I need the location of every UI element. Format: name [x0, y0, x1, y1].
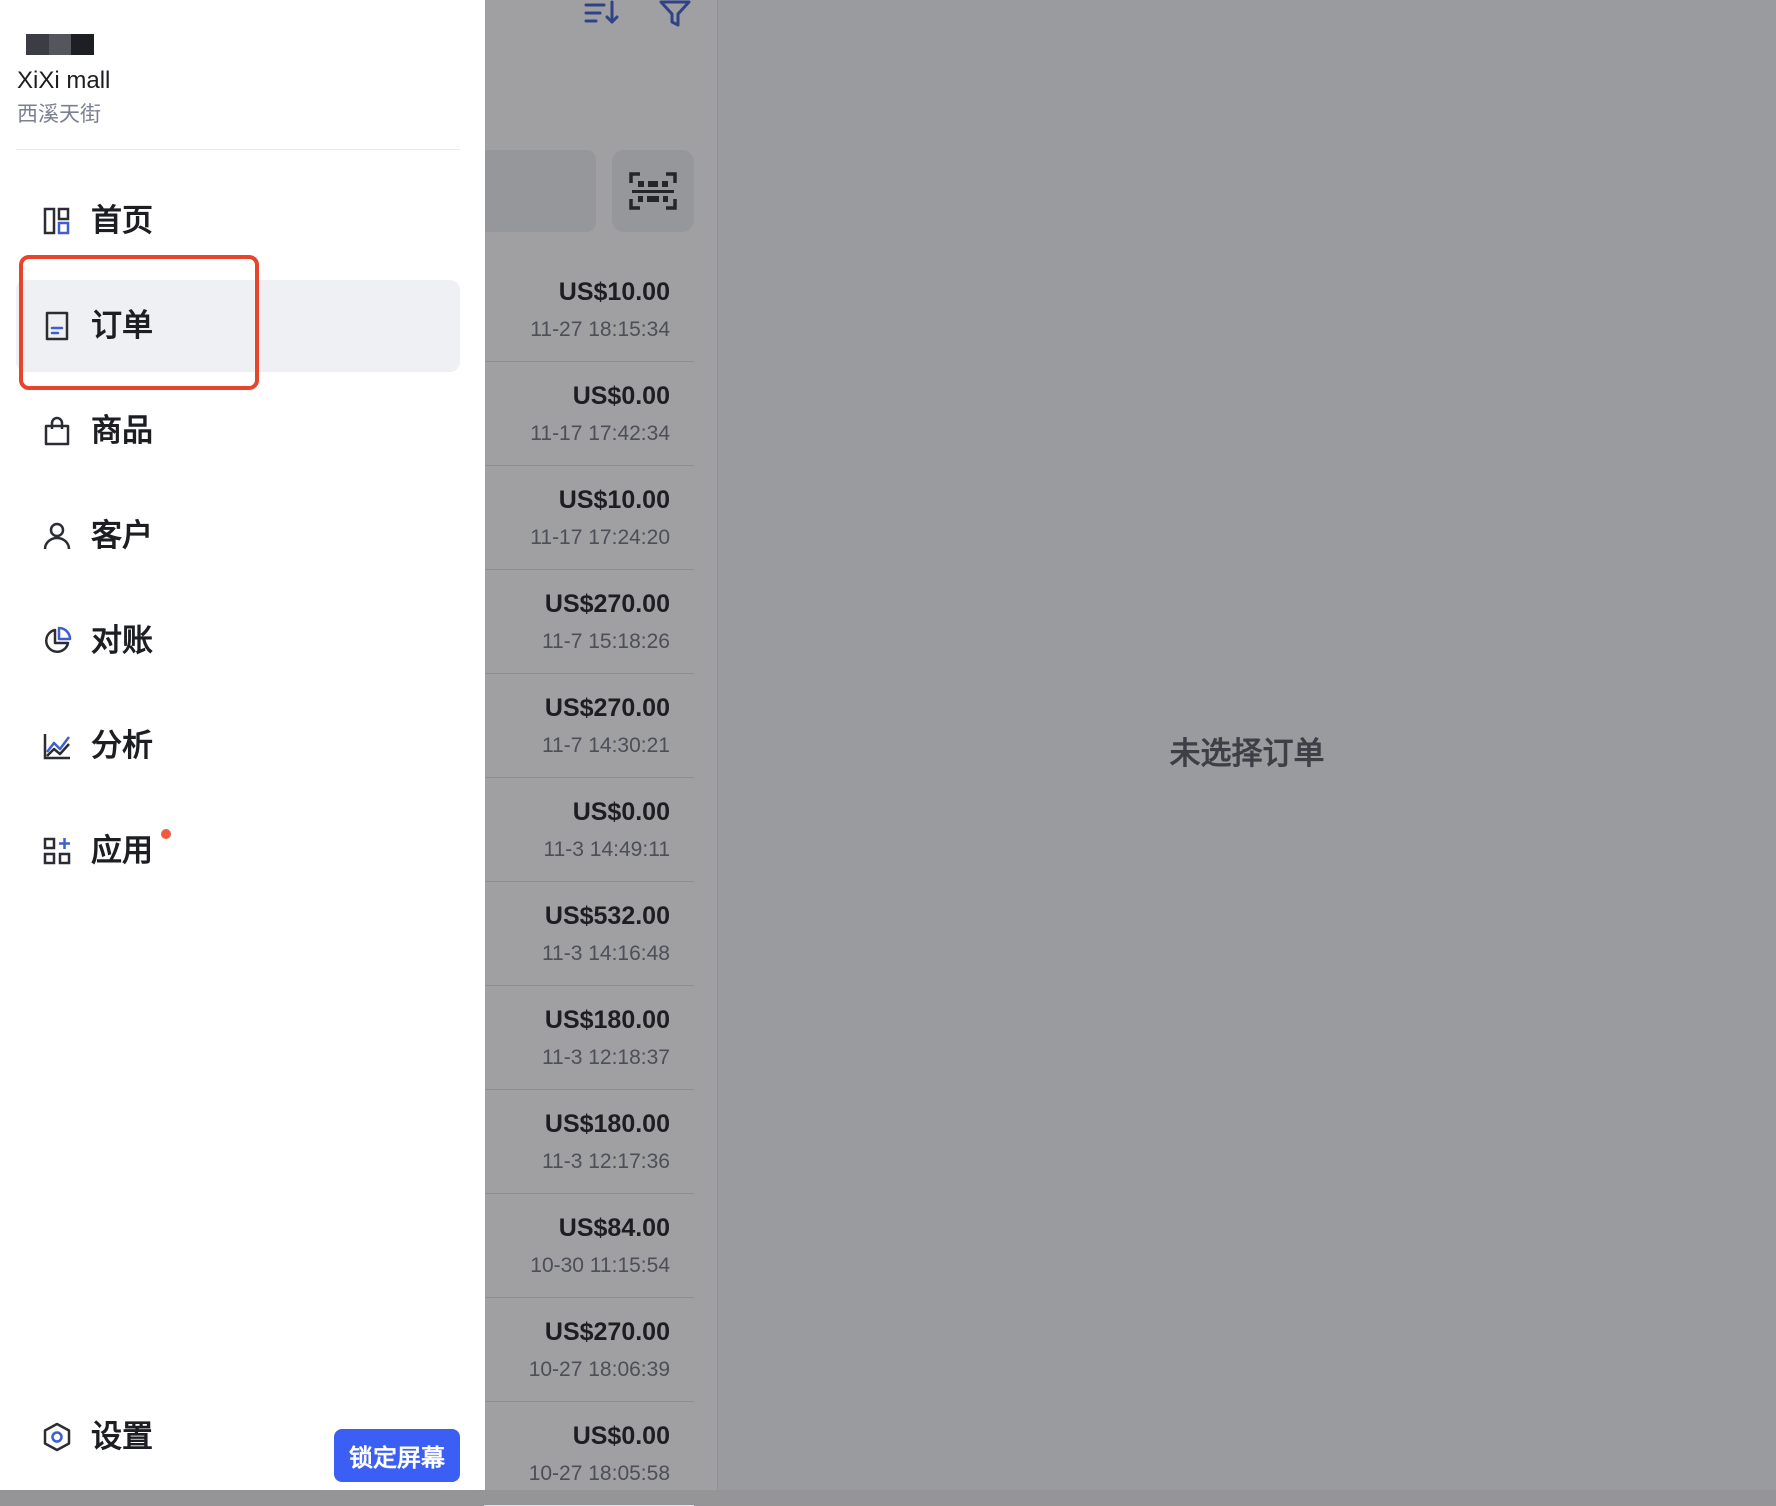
apps-grid-icon	[42, 836, 72, 866]
annotation-highlight-box	[19, 255, 259, 390]
sidebar-item-label: 分析	[91, 728, 153, 763]
shopping-bag-icon	[42, 416, 72, 446]
sidebar-item-label: 客户	[91, 518, 153, 553]
divider	[16, 149, 460, 150]
sidebar-item-label: 应用	[91, 833, 153, 868]
settings-hexagon-icon	[42, 1422, 72, 1452]
sidebar-item-reconciliation[interactable]: 对账	[16, 595, 460, 687]
sidebar-item-products[interactable]: 商品	[16, 385, 460, 477]
store-name: XiXi mall	[17, 67, 111, 94]
sidebar-item-home[interactable]: 首页	[16, 175, 460, 267]
sidebar-item-label: 首页	[91, 203, 153, 238]
settings-label: 设置	[91, 1419, 153, 1454]
store-location: 西溪天街	[17, 103, 101, 126]
sidebar-item-customers[interactable]: 客户	[16, 490, 460, 582]
pie-chart-icon	[42, 626, 72, 656]
sidebar-item-label: 商品	[91, 413, 153, 448]
dashboard-icon	[42, 206, 72, 236]
lock-screen-button[interactable]: 锁定屏幕	[334, 1429, 460, 1482]
line-chart-icon	[42, 731, 72, 761]
sidebar-item-analytics[interactable]: 分析	[16, 700, 460, 792]
store-logo	[26, 34, 95, 55]
user-icon	[42, 521, 72, 551]
sidebar-item-settings[interactable]: 设置	[16, 1408, 266, 1466]
navigation-drawer: XiXi mall 西溪天街 首页 订单 商品 客户 对账 分析 应用 设置 锁…	[0, 0, 485, 1490]
notification-badge-dot	[161, 829, 171, 839]
sidebar-item-label: 对账	[91, 623, 153, 658]
sidebar-item-apps[interactable]: 应用	[16, 805, 460, 897]
